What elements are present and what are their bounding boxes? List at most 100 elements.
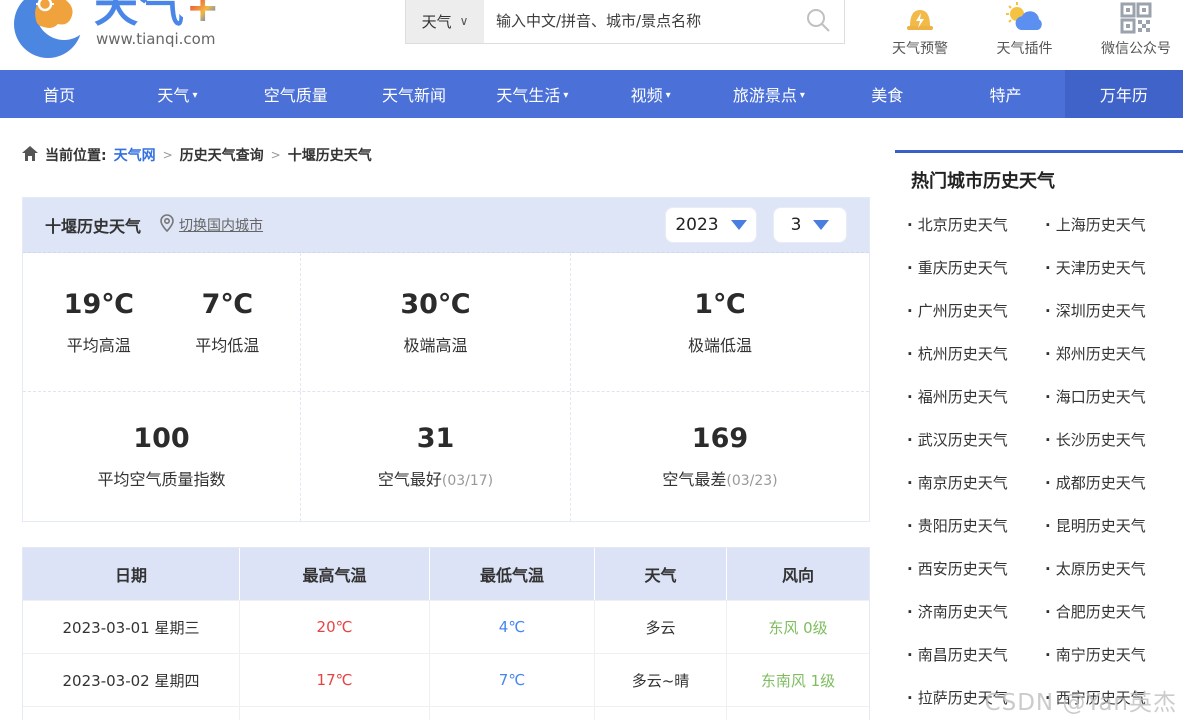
year-select[interactable]: 2023 — [665, 207, 757, 243]
nav-item-air-quality[interactable]: 空气质量 — [237, 70, 355, 118]
location-pin-icon — [159, 214, 175, 236]
city-link-lasa[interactable]: 拉萨历史天气 — [907, 676, 1045, 719]
city-link-hangzhou[interactable]: 杭州历史天气 — [907, 332, 1045, 375]
shortcut-weather-alert[interactable]: 天气预警 — [892, 0, 948, 70]
avg-high-stat: 19℃ 平均高温 — [64, 289, 134, 356]
shortcut-wechat-qrcode[interactable]: 微信公众号 — [1101, 0, 1171, 70]
avg-high-label: 平均高温 — [64, 332, 134, 356]
air-best-label: 空气最好(03/17) — [378, 466, 493, 490]
chevron-down-icon: ▾ — [800, 90, 805, 101]
weather-plugin-icon — [1005, 0, 1045, 34]
nav-item-food[interactable]: 美食 — [828, 70, 946, 118]
breadcrumb-link-history[interactable]: 历史天气查询 — [180, 145, 264, 165]
extreme-low-stat: 1℃ 极端低温 — [688, 289, 752, 356]
daily-weather-table: 日期 最高气温 最低气温 天气 风向 2023-03-01 星期三 20℃ 4℃… — [22, 547, 870, 720]
city-link-fuzhou[interactable]: 福州历史天气 — [907, 375, 1045, 418]
city-link-kunming[interactable]: 昆明历史天气 — [1045, 504, 1183, 547]
city-link-taiyuan[interactable]: 太原历史天气 — [1045, 547, 1183, 590]
search-input[interactable] — [484, 0, 792, 43]
breadcrumb: 当前位置: 天气网 > 历史天气查询 > 十堰历史天气 — [22, 144, 870, 166]
city-link-nanjing[interactable]: 南京历史天气 — [907, 461, 1045, 504]
nav-item-weather-life[interactable]: 天气生活▾ — [473, 70, 591, 118]
cell-date: 2023-03-01 星期三 — [23, 600, 240, 653]
breadcrumb-link-tianqi[interactable]: 天气网 — [114, 145, 156, 165]
table-body: 2023-03-01 星期三 20℃ 4℃ 多云 东风 0级 2023-03-0… — [23, 600, 869, 720]
avg-low-label: 平均低温 — [195, 332, 259, 356]
nav-item-weather[interactable]: 天气▾ — [118, 70, 236, 118]
col-header-high: 最高气温 — [240, 548, 430, 600]
page-title: 十堰历史天气 — [45, 213, 141, 237]
shortcut-weather-plugin[interactable]: 天气插件 — [997, 0, 1053, 70]
cell-low-temp: 7℃ — [430, 653, 595, 706]
city-link-changsha[interactable]: 长沙历史天气 — [1045, 418, 1183, 461]
avg-low-stat: 7℃ 平均低温 — [195, 289, 259, 356]
search-button[interactable] — [792, 0, 844, 43]
logo-moon-icon — [12, 0, 88, 66]
city-link-wuhan[interactable]: 武汉历史天气 — [907, 418, 1045, 461]
nav-item-tourist-spots[interactable]: 旅游景点▾ — [710, 70, 828, 118]
table-row: 2023-03-02 星期四 17℃ 7℃ 多云~晴 东南风 1级 — [23, 653, 869, 706]
air-best-stat: 31 空气最好(03/17) — [378, 423, 493, 490]
extreme-high-stat: 30℃ 极端高温 — [400, 289, 470, 356]
brand-text: 天气+ www.tianqi.com — [94, 0, 220, 48]
extreme-high-cell: 30℃ 极端高温 — [301, 253, 571, 391]
city-link-nanchang[interactable]: 南昌历史天气 — [907, 633, 1045, 676]
extreme-low-label: 极端低温 — [688, 332, 752, 356]
hot-cities-sidebar: 热门城市历史天气 北京历史天气 上海历史天气 重庆历史天气 天津历史天气 广州历… — [895, 150, 1183, 719]
chevron-down-icon: ▾ — [192, 90, 197, 101]
temperature-stats-row: 19℃ 平均高温 7℃ 平均低温 30℃ 极端高温 — [23, 253, 869, 391]
nav-item-home[interactable]: 首页 — [0, 70, 118, 118]
month-select[interactable]: 3 — [773, 207, 847, 243]
col-header-date: 日期 — [23, 548, 240, 600]
cell-date: 2023-03-02 星期四 — [23, 653, 240, 706]
home-icon — [22, 146, 38, 165]
chevron-down-icon: ∨ — [460, 14, 469, 28]
brand-plus-icon: + — [186, 0, 220, 31]
year-value: 2023 — [675, 215, 718, 235]
city-link-hefei[interactable]: 合肥历史天气 — [1045, 590, 1183, 633]
city-link-tianjin[interactable]: 天津历史天气 — [1045, 246, 1183, 289]
chevron-down-icon: ▾ — [563, 90, 568, 101]
avg-aqi-cell: 100 平均空气质量指数 — [23, 392, 301, 521]
cell-wind: 东风 0级 — [727, 600, 869, 653]
cell-wind: 东南风 1级 — [727, 653, 869, 706]
search-icon — [805, 7, 831, 36]
month-value: 3 — [791, 215, 802, 235]
switch-city-label: 切换国内城市 — [179, 215, 263, 235]
city-link-chengdu[interactable]: 成都历史天气 — [1045, 461, 1183, 504]
search-category-select[interactable]: 天气 ∨ — [406, 0, 484, 43]
cell-weather: 多云~晴 — [595, 653, 727, 706]
city-link-grid: 北京历史天气 上海历史天气 重庆历史天气 天津历史天气 广州历史天气 深圳历史天… — [907, 203, 1183, 719]
content-area: 当前位置: 天气网 > 历史天气查询 > 十堰历史天气 十堰历史天气 切换国内城… — [0, 144, 1183, 720]
avg-aqi-stat: 100 平均空气质量指数 — [97, 423, 225, 490]
air-worst-stat: 169 空气最差(03/23) — [662, 423, 777, 490]
city-link-nanning[interactable]: 南宁历史天气 — [1045, 633, 1183, 676]
cell-high-temp: 20℃ — [240, 600, 430, 653]
city-link-zhengzhou[interactable]: 郑州历史天气 — [1045, 332, 1183, 375]
chevron-down-icon — [731, 220, 747, 230]
extreme-low-cell: 1℃ 极端低温 — [571, 253, 869, 391]
city-link-guangzhou[interactable]: 广州历史天气 — [907, 289, 1045, 332]
avg-aqi-label: 平均空气质量指数 — [97, 466, 225, 490]
city-link-shanghai[interactable]: 上海历史天气 — [1045, 203, 1183, 246]
main-nav: 首页 天气▾ 空气质量 天气新闻 天气生活▾ 视频▾ 旅游景点▾ 美食 特产 万… — [0, 70, 1183, 118]
avg-aqi-value: 100 — [97, 423, 225, 454]
city-link-haikou[interactable]: 海口历史天气 — [1045, 375, 1183, 418]
col-header-low: 最低气温 — [430, 548, 595, 600]
city-link-guiyang[interactable]: 贵阳历史天气 — [907, 504, 1045, 547]
nav-item-weather-news[interactable]: 天气新闻 — [355, 70, 473, 118]
site-logo[interactable]: 天气+ www.tianqi.com — [12, 0, 220, 66]
city-link-beijing[interactable]: 北京历史天气 — [907, 203, 1045, 246]
city-link-jinan[interactable]: 济南历史天气 — [907, 590, 1045, 633]
city-link-shenzhen[interactable]: 深圳历史天气 — [1045, 289, 1183, 332]
nav-item-calendar[interactable]: 万年历 — [1065, 70, 1183, 118]
nav-item-specialty[interactable]: 特产 — [946, 70, 1064, 118]
air-quality-stats-row: 100 平均空气质量指数 31 空气最好(03/17) 169 空气最差(03/… — [23, 391, 869, 521]
shortcut-label: 天气插件 — [997, 38, 1053, 58]
city-link-xian[interactable]: 西安历史天气 — [907, 547, 1045, 590]
switch-city-link[interactable]: 切换国内城市 — [159, 214, 263, 236]
city-link-xining[interactable]: 西宁历史天气 — [1045, 676, 1183, 719]
nav-item-video[interactable]: 视频▾ — [591, 70, 709, 118]
breadcrumb-current: 十堰历史天气 — [288, 145, 372, 165]
city-link-chongqing[interactable]: 重庆历史天气 — [907, 246, 1045, 289]
